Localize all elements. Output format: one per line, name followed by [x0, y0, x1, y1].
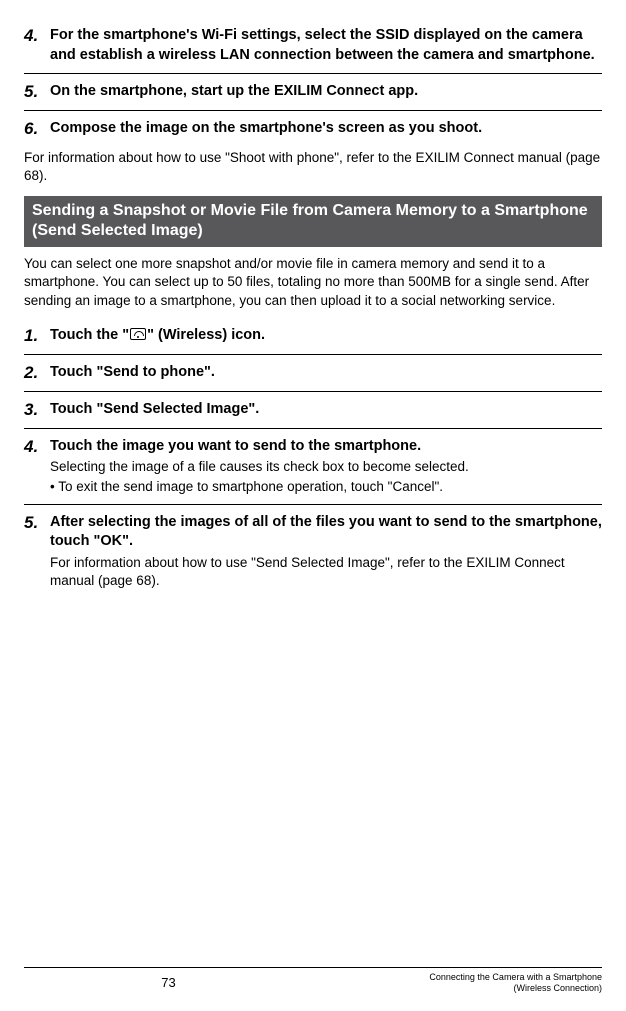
step-title: Touch "Send Selected Image". [50, 400, 602, 420]
step-body: Touch the " " (Wireless) icon. [50, 326, 602, 346]
footer-line2: (Wireless Connection) [513, 983, 602, 993]
separator [24, 110, 602, 111]
step-4-top: 4. For the smartphone's Wi-Fi settings, … [24, 20, 602, 71]
step-title: For the smartphone's Wi-Fi settings, sel… [50, 26, 602, 65]
footer-line [24, 967, 602, 968]
step-body: Touch "Send to phone". [50, 363, 602, 383]
step-title: Touch the image you want to send to the … [50, 437, 602, 457]
step-title: After selecting the images of all of the… [50, 513, 602, 552]
step-1: 1. Touch the " " (Wireless) icon. [24, 320, 602, 352]
step-number: 5. [24, 513, 50, 533]
step-body: Touch "Send Selected Image". [50, 400, 602, 420]
footer-line1: Connecting the Camera with a Smartphone [429, 972, 602, 982]
step-number: 2. [24, 363, 50, 383]
step-body: After selecting the images of all of the… [50, 513, 602, 591]
step-body: Compose the image on the smartphone's sc… [50, 119, 602, 139]
step-body: For the smartphone's Wi-Fi settings, sel… [50, 26, 602, 65]
step-5-top: 5. On the smartphone, start up the EXILI… [24, 76, 602, 108]
page-number: 73 [24, 972, 313, 991]
separator [24, 428, 602, 429]
step-subtext: For information about how to use "Send S… [50, 554, 602, 590]
wireless-icon [130, 328, 146, 340]
text-post: " (Wireless) icon. [147, 327, 265, 343]
footer-row: 73 Connecting the Camera with a Smartpho… [24, 972, 602, 993]
step-number: 5. [24, 82, 50, 102]
step-5: 5. After selecting the images of all of … [24, 507, 602, 597]
step-body: On the smartphone, start up the EXILIM C… [50, 82, 602, 102]
text-pre: Touch the " [50, 327, 129, 343]
step-number: 3. [24, 400, 50, 420]
step-number: 6. [24, 119, 50, 139]
step-subtext: Selecting the image of a file causes its… [50, 458, 602, 476]
separator [24, 354, 602, 355]
step-title: On the smartphone, start up the EXILIM C… [50, 82, 602, 102]
separator [24, 391, 602, 392]
separator [24, 73, 602, 74]
step-6-top: 6. Compose the image on the smartphone's… [24, 113, 602, 145]
separator [24, 504, 602, 505]
note-paragraph: For information about how to use "Shoot … [24, 149, 602, 185]
step-2: 2. Touch "Send to phone". [24, 357, 602, 389]
intro-paragraph: You can select one more snapshot and/or … [24, 255, 602, 310]
section-heading: Sending a Snapshot or Movie File from Ca… [24, 196, 602, 248]
step-body: Touch the image you want to send to the … [50, 437, 602, 496]
step-number: 1. [24, 326, 50, 346]
footer-title: Connecting the Camera with a Smartphone … [313, 972, 602, 993]
step-number: 4. [24, 437, 50, 457]
step-title: Touch the " " (Wireless) icon. [50, 326, 602, 346]
page-footer: 73 Connecting the Camera with a Smartpho… [24, 967, 602, 993]
step-3: 3. Touch "Send Selected Image". [24, 394, 602, 426]
step-4: 4. Touch the image you want to send to t… [24, 431, 602, 502]
step-title: Compose the image on the smartphone's sc… [50, 119, 602, 139]
step-title: Touch "Send to phone". [50, 363, 602, 383]
step-number: 4. [24, 26, 50, 46]
step-bullet: • To exit the send image to smartphone o… [50, 478, 602, 496]
